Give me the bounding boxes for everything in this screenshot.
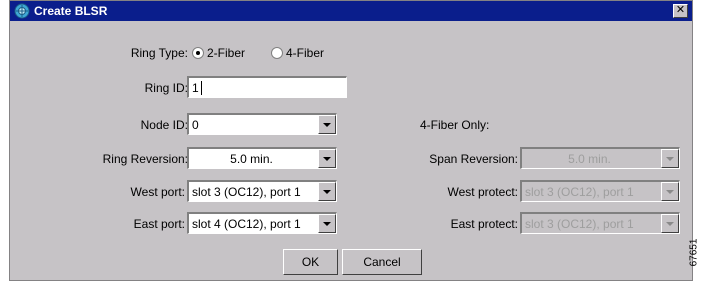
ring-type-4-fiber-radio[interactable] — [271, 47, 283, 59]
west-port-label: West port: — [130, 185, 185, 199]
ring-reversion-dropdown-button[interactable] — [318, 149, 336, 168]
east-port-dropdown-button[interactable] — [318, 214, 336, 233]
node-id-label: Node ID: — [140, 118, 188, 132]
east-protect-dropdown-button — [661, 214, 679, 233]
chevron-down-icon — [323, 157, 331, 161]
four-fiber-only-label: 4-Fiber Only: — [420, 118, 490, 132]
cancel-button[interactable]: Cancel — [342, 249, 422, 275]
text-caret — [201, 81, 202, 95]
ring-type-2-fiber-radio[interactable] — [192, 47, 204, 59]
span-reversion-dropdown-button — [661, 149, 679, 168]
chevron-down-icon — [666, 222, 674, 226]
ring-reversion-select[interactable]: 5.0 min. — [187, 147, 337, 169]
close-button[interactable]: ✕ — [673, 4, 688, 18]
ring-type-4-fiber-label: 4-Fiber — [286, 46, 325, 60]
chevron-down-icon — [666, 157, 674, 161]
radio-selected-dot — [196, 51, 200, 55]
east-port-label: East port: — [133, 217, 185, 231]
west-protect-dropdown-button — [661, 182, 679, 201]
ring-id-label: Ring ID: — [144, 81, 188, 95]
ok-button[interactable]: OK — [283, 249, 338, 275]
span-reversion-label: Span Reversion: — [429, 152, 518, 166]
ring-type-2-fiber-label: 2-Fiber — [207, 46, 246, 60]
figure-id: 67651 — [688, 238, 700, 267]
node-id-select[interactable]: 0 — [187, 113, 337, 135]
title-bar: Create BLSR ✕ — [10, 1, 692, 21]
east-protect-select: slot 3 (OC12), port 1 — [520, 212, 680, 234]
span-reversion-select: 5.0 min. — [520, 147, 680, 169]
west-port-dropdown-button[interactable] — [318, 182, 336, 201]
app-icon — [14, 3, 30, 19]
chevron-down-icon — [666, 190, 674, 194]
create-blsr-dialog: Create BLSR ✕ Ring Type: 2-Fiber 4-Fiber… — [9, 0, 693, 281]
west-port-select[interactable]: slot 3 (OC12), port 1 — [187, 180, 337, 202]
chevron-down-icon — [323, 123, 331, 127]
west-protect-label: West protect: — [447, 185, 518, 199]
east-port-select[interactable]: slot 4 (OC12), port 1 — [187, 212, 337, 234]
chevron-down-icon — [323, 222, 331, 226]
west-protect-select: slot 3 (OC12), port 1 — [520, 180, 680, 202]
ring-id-input[interactable]: 1 — [187, 76, 347, 98]
chevron-down-icon — [323, 190, 331, 194]
window-title: Create BLSR — [34, 4, 108, 18]
close-icon: ✕ — [675, 4, 686, 16]
ring-reversion-label: Ring Reversion: — [102, 152, 188, 166]
east-protect-label: East protect: — [450, 217, 518, 231]
ring-type-label: Ring Type: — [130, 46, 188, 60]
node-id-dropdown-button[interactable] — [318, 115, 336, 134]
